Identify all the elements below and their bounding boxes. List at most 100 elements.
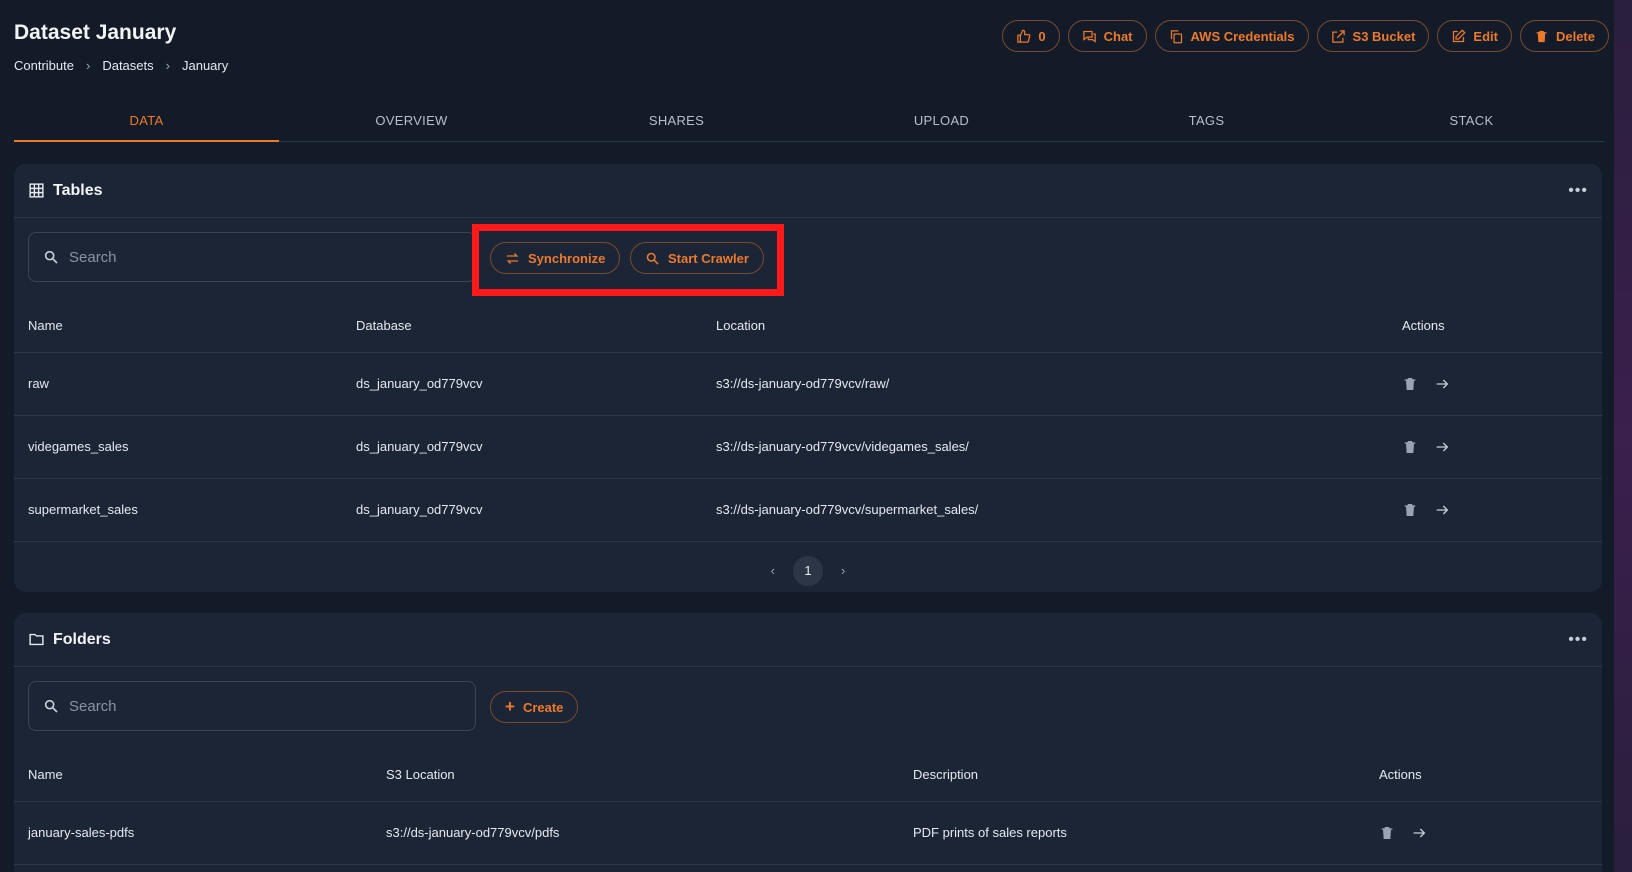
external-link-icon bbox=[1331, 29, 1345, 43]
tab-upload[interactable]: UPLOAD bbox=[809, 102, 1074, 141]
table-row[interactable]: videgames_sales ds_january_od779vcv s3:/… bbox=[14, 415, 1602, 479]
folder-name-cell: january-sales-pdfs bbox=[14, 801, 372, 865]
search-icon bbox=[44, 699, 58, 713]
trash-icon[interactable] bbox=[1402, 502, 1418, 518]
window-edge bbox=[1614, 0, 1632, 872]
arrow-right-icon[interactable] bbox=[1434, 502, 1450, 518]
sync-icon bbox=[506, 252, 519, 264]
folders-search bbox=[28, 681, 476, 731]
tab-overview[interactable]: OVERVIEW bbox=[279, 102, 544, 141]
aws-credentials-button[interactable]: AWS Credentials bbox=[1154, 20, 1309, 52]
arrow-right-icon[interactable] bbox=[1411, 825, 1427, 841]
edit-icon bbox=[1453, 28, 1467, 42]
table-actions-cell bbox=[1388, 415, 1602, 479]
table-actions-cell bbox=[1388, 478, 1602, 542]
trash-icon bbox=[1536, 30, 1547, 42]
thumbs-up-icon bbox=[1017, 29, 1031, 43]
folders-card-header: Folders ••• bbox=[14, 613, 1602, 667]
folder-location-cell: s3://ds-january-od779vcv/pdfs bbox=[372, 801, 899, 865]
chat-icon bbox=[1082, 30, 1096, 43]
chat-button[interactable]: Chat bbox=[1067, 20, 1147, 52]
tables-search bbox=[28, 232, 476, 282]
table-database-cell: ds_january_od779vcv bbox=[342, 352, 702, 416]
edit-label: Edit bbox=[1473, 28, 1498, 44]
table-location-cell: s3://ds-january-od779vcv/raw/ bbox=[702, 352, 1388, 416]
folders-toolbar: + Create bbox=[14, 667, 1602, 749]
tables-title: Tables bbox=[53, 181, 103, 199]
table-icon bbox=[29, 183, 44, 198]
more-options-icon[interactable]: ••• bbox=[1568, 631, 1588, 649]
column-header-name[interactable]: Name bbox=[14, 749, 372, 802]
tables-card-header: Tables ••• bbox=[14, 164, 1602, 218]
tables-toolbar: Synchronize Start Crawler bbox=[14, 218, 1602, 300]
folders-title: Folders bbox=[53, 630, 111, 648]
column-header-actions: Actions bbox=[1365, 749, 1602, 802]
more-options-icon[interactable]: ••• bbox=[1568, 182, 1588, 200]
s3-bucket-label: S3 Bucket bbox=[1352, 28, 1416, 44]
pagination: ‹ 1 › bbox=[14, 542, 1602, 600]
folder-actions-cell bbox=[1365, 801, 1602, 865]
breadcrumb-january: January bbox=[181, 58, 229, 73]
table-name-cell: supermarket_sales bbox=[14, 478, 342, 542]
column-header-name[interactable]: Name bbox=[14, 300, 342, 353]
tab-shares[interactable]: SHARES bbox=[544, 102, 809, 141]
arrow-right-icon[interactable] bbox=[1434, 439, 1450, 455]
tables-card: Tables ••• Synchronize Start Crawler Nam… bbox=[14, 164, 1602, 592]
start-crawler-label: Start Crawler bbox=[668, 250, 749, 266]
tab-data[interactable]: DATA bbox=[14, 102, 279, 142]
breadcrumb-contribute[interactable]: Contribute bbox=[14, 58, 74, 73]
page-number[interactable]: 1 bbox=[793, 555, 823, 586]
chevron-left-icon[interactable]: ‹ bbox=[771, 563, 775, 578]
table-name-cell: raw bbox=[14, 352, 342, 416]
table-actions-cell bbox=[1388, 352, 1602, 416]
table-location-cell: s3://ds-january-od779vcv/videgames_sales… bbox=[702, 415, 1388, 479]
folder-icon bbox=[29, 633, 44, 646]
synchronize-button[interactable]: Synchronize bbox=[490, 242, 621, 274]
start-crawler-button[interactable]: Start Crawler bbox=[630, 242, 764, 274]
column-header-s3-location[interactable]: S3 Location bbox=[372, 749, 899, 802]
column-header-database[interactable]: Database bbox=[342, 300, 702, 353]
search-icon bbox=[646, 252, 659, 265]
chat-label: Chat bbox=[1103, 28, 1133, 44]
breadcrumb: Contribute › Datasets › January bbox=[14, 58, 228, 73]
create-label: Create bbox=[522, 699, 564, 715]
copy-icon bbox=[1170, 29, 1182, 43]
folders-table: Name S3 Location Description Actions jan… bbox=[14, 749, 1602, 865]
trash-icon[interactable] bbox=[1402, 439, 1418, 455]
table-database-cell: ds_january_od779vcv bbox=[342, 478, 702, 542]
tables-search-input[interactable] bbox=[69, 248, 439, 266]
plus-icon: + bbox=[505, 697, 515, 716]
delete-button[interactable]: Delete bbox=[1519, 20, 1609, 52]
table-row[interactable]: supermarket_sales ds_january_od779vcv s3… bbox=[14, 478, 1602, 542]
column-header-actions: Actions bbox=[1388, 300, 1602, 353]
header-actions: 0 Chat AWS Credentials S3 Bucket Edit De… bbox=[1002, 20, 1609, 52]
tab-tags[interactable]: TAGS bbox=[1074, 102, 1339, 141]
create-folder-button[interactable]: + Create bbox=[490, 691, 579, 723]
folders-card: Folders ••• + Create Name S3 Location De… bbox=[14, 613, 1602, 872]
table-header-row: Name Database Location Actions bbox=[14, 300, 1602, 353]
s3-bucket-button[interactable]: S3 Bucket bbox=[1316, 20, 1430, 52]
table-header-row: Name S3 Location Description Actions bbox=[14, 749, 1602, 802]
table-row[interactable]: raw ds_january_od779vcv s3://ds-january-… bbox=[14, 352, 1602, 416]
tab-stack[interactable]: STACK bbox=[1339, 102, 1604, 141]
delete-label: Delete bbox=[1555, 28, 1595, 44]
page-title: Dataset January bbox=[14, 21, 177, 44]
chevron-right-icon[interactable]: › bbox=[841, 563, 845, 578]
search-icon bbox=[44, 250, 58, 264]
upvote-count: 0 bbox=[1038, 28, 1046, 44]
breadcrumb-datasets[interactable]: Datasets bbox=[102, 58, 153, 73]
trash-icon[interactable] bbox=[1402, 376, 1418, 392]
table-database-cell: ds_january_od779vcv bbox=[342, 415, 702, 479]
chevron-right-icon: › bbox=[165, 58, 170, 73]
arrow-right-icon[interactable] bbox=[1434, 376, 1450, 392]
edit-button[interactable]: Edit bbox=[1437, 20, 1512, 52]
table-location-cell: s3://ds-january-od779vcv/supermarket_sal… bbox=[702, 478, 1388, 542]
folders-search-input[interactable] bbox=[69, 697, 439, 715]
upvote-button[interactable]: 0 bbox=[1002, 20, 1060, 52]
table-row[interactable]: january-sales-pdfs s3://ds-january-od779… bbox=[14, 801, 1602, 865]
column-header-location[interactable]: Location bbox=[702, 300, 1388, 353]
folder-description-cell: PDF prints of sales reports bbox=[899, 801, 1365, 865]
trash-icon[interactable] bbox=[1379, 825, 1395, 841]
tab-bar: DATA OVERVIEW SHARES UPLOAD TAGS STACK bbox=[14, 102, 1604, 142]
column-header-description[interactable]: Description bbox=[899, 749, 1365, 802]
